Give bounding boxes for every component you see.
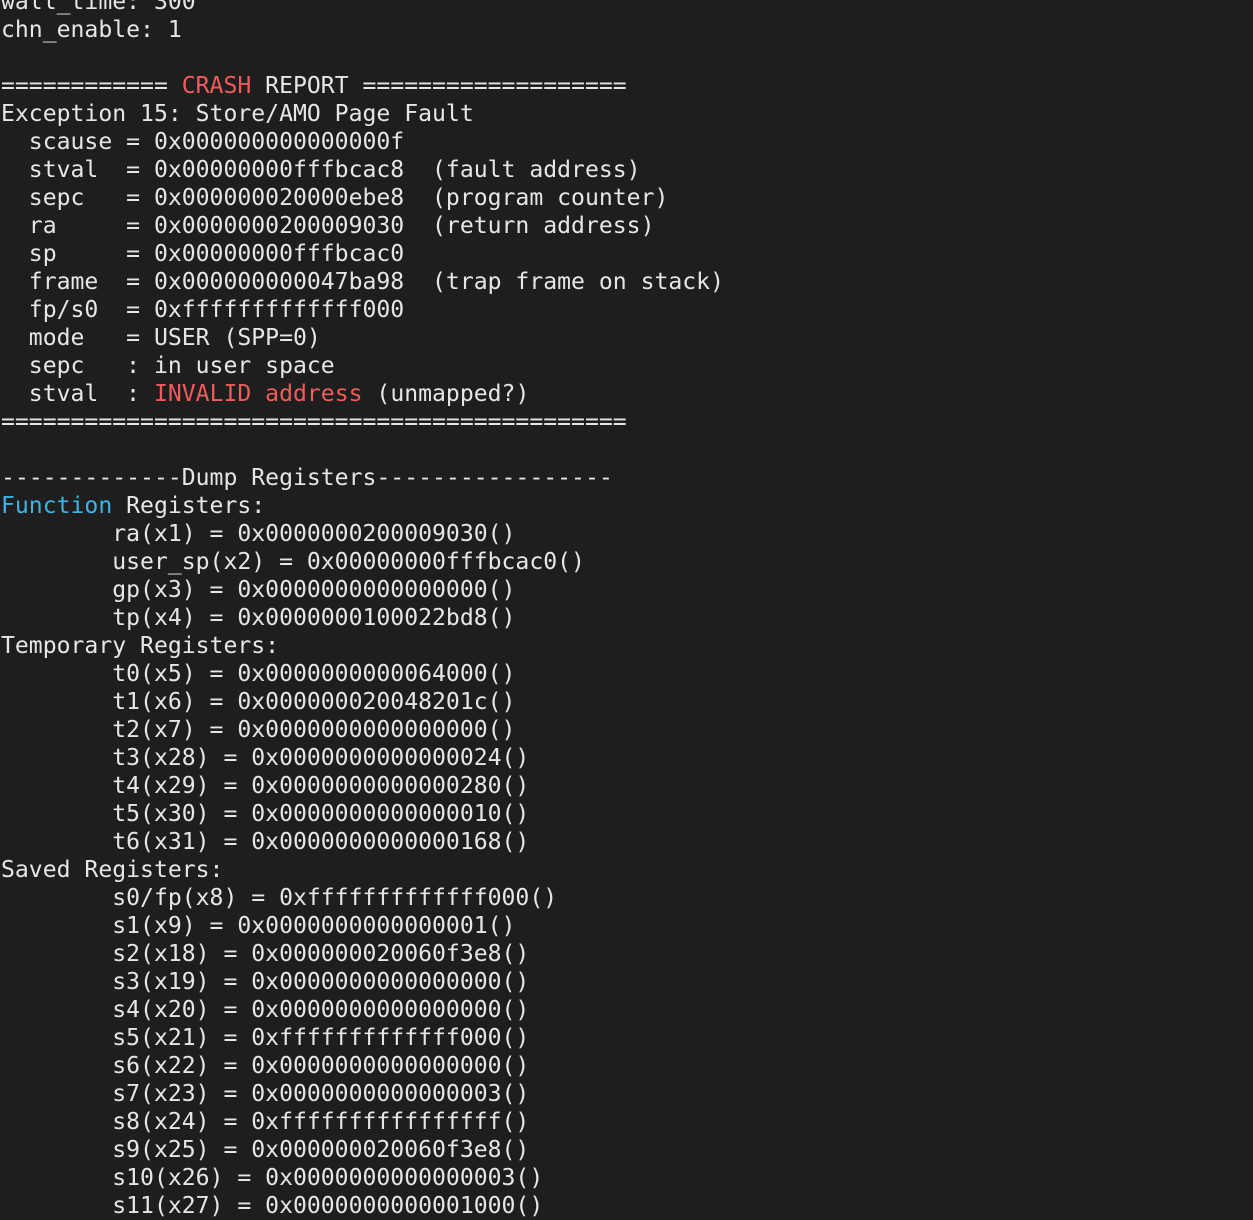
terminal-line: ========================================…	[1, 408, 724, 436]
terminal-text: wall_time: 300	[1, 0, 196, 15]
terminal-line: t3(x28) = 0x0000000000000024()	[1, 744, 724, 772]
terminal-line: s1(x9) = 0x0000000000000001()	[1, 912, 724, 940]
terminal-line: s5(x21) = 0xfffffffffffff000()	[1, 1024, 724, 1052]
terminal-line: s0/fp(x8) = 0xfffffffffffff000()	[1, 884, 724, 912]
terminal-line: Temporary Registers:	[1, 632, 724, 660]
terminal-line: s7(x23) = 0x0000000000000003()	[1, 1080, 724, 1108]
terminal-text: s3(x19) = 0x0000000000000000()	[1, 969, 530, 995]
terminal-text: (unmapped?)	[362, 381, 530, 407]
terminal-text: ra(x1) = 0x0000000200009030()	[1, 521, 516, 547]
terminal-text: sepc : in user space	[1, 353, 335, 379]
terminal-line: sp = 0x00000000fffbcac0	[1, 240, 724, 268]
terminal-text: Saved Registers:	[1, 857, 224, 883]
terminal-line: s9(x25) = 0x000000020060f3e8()	[1, 1136, 724, 1164]
terminal-line: mode = USER (SPP=0)	[1, 324, 724, 352]
terminal-line: s6(x22) = 0x0000000000000000()	[1, 1052, 724, 1080]
terminal-text: t0(x5) = 0x0000000000064000()	[1, 661, 516, 687]
terminal-text: tp(x4) = 0x0000000100022bd8()	[1, 605, 516, 631]
terminal-line: s2(x18) = 0x000000020060f3e8()	[1, 940, 724, 968]
terminal-line: ra = 0x0000000200009030 (return address)	[1, 212, 724, 240]
terminal-line: t2(x7) = 0x0000000000000000()	[1, 716, 724, 744]
terminal-line: user_sp(x2) = 0x00000000fffbcac0()	[1, 548, 724, 576]
highlighted-text-cyan: Function	[1, 493, 113, 519]
terminal-line: tp(x4) = 0x0000000100022bd8()	[1, 604, 724, 632]
terminal-line: t1(x6) = 0x000000020048201c()	[1, 688, 724, 716]
terminal-text: stval :	[1, 381, 154, 407]
terminal-line: Saved Registers:	[1, 856, 724, 884]
terminal-text: s0/fp(x8) = 0xfffffffffffff000()	[1, 885, 558, 911]
terminal-text: s2(x18) = 0x000000020060f3e8()	[1, 941, 530, 967]
terminal-text: frame = 0x000000000047ba98 (trap frame o…	[1, 269, 724, 295]
terminal-line: chn_enable: 1	[1, 16, 724, 44]
terminal-text: s1(x9) = 0x0000000000000001()	[1, 913, 516, 939]
terminal-text: mode = USER (SPP=0)	[1, 325, 321, 351]
terminal-text: scause = 0x000000000000000f	[1, 129, 405, 155]
terminal-output: wall_time: 300 chn_enable: 1 ============ …	[1, 0, 724, 1220]
terminal-text: t5(x30) = 0x0000000000000010()	[1, 801, 530, 827]
terminal-text: -------------Dump Registers-------------…	[1, 465, 613, 491]
terminal-line: fp/s0 = 0xfffffffffffff000	[1, 296, 724, 324]
terminal-line: t5(x30) = 0x0000000000000010()	[1, 800, 724, 828]
terminal-text: s6(x22) = 0x0000000000000000()	[1, 1053, 530, 1079]
terminal-line: gp(x3) = 0x0000000000000000()	[1, 576, 724, 604]
terminal-text: t2(x7) = 0x0000000000000000()	[1, 717, 516, 743]
terminal-text: ra = 0x0000000200009030 (return address)	[1, 213, 655, 239]
terminal-line: ============ CRASH REPORT ==============…	[1, 72, 724, 100]
terminal-line: ra(x1) = 0x0000000200009030()	[1, 520, 724, 548]
terminal-line: s8(x24) = 0xffffffffffffffff()	[1, 1108, 724, 1136]
terminal-line: Function Registers:	[1, 492, 724, 520]
terminal-line: stval = 0x00000000fffbcac8 (fault addres…	[1, 156, 724, 184]
terminal-line: s3(x19) = 0x0000000000000000()	[1, 968, 724, 996]
terminal-line: sepc : in user space	[1, 352, 724, 380]
terminal-text: s4(x20) = 0x0000000000000000()	[1, 997, 530, 1023]
terminal-line: t4(x29) = 0x0000000000000280()	[1, 772, 724, 800]
terminal-window: { "colors": { "background": "#1e1e1e", "…	[0, 0, 1253, 1219]
terminal-line: s11(x27) = 0x0000000000001000()	[1, 1192, 724, 1220]
terminal-text: t6(x31) = 0x0000000000000168()	[1, 829, 530, 855]
terminal-text: ============	[1, 73, 182, 99]
terminal-text: fp/s0 = 0xfffffffffffff000	[1, 297, 405, 323]
terminal-text: sepc = 0x000000020000ebe8 (program count…	[1, 185, 669, 211]
terminal-text: s10(x26) = 0x0000000000000003()	[1, 1165, 544, 1191]
terminal-line: frame = 0x000000000047ba98 (trap frame o…	[1, 268, 724, 296]
terminal-line: wall_time: 300	[1, 0, 724, 16]
terminal-line: scause = 0x000000000000000f	[1, 128, 724, 156]
terminal-text: t4(x29) = 0x0000000000000280()	[1, 773, 530, 799]
terminal-text: s8(x24) = 0xffffffffffffffff()	[1, 1109, 530, 1135]
terminal-text: Exception 15: Store/AMO Page Fault	[1, 101, 474, 127]
terminal-text: gp(x3) = 0x0000000000000000()	[1, 577, 516, 603]
terminal-text: Registers:	[112, 493, 266, 519]
terminal-line: sepc = 0x000000020000ebe8 (program count…	[1, 184, 724, 212]
terminal-text: s9(x25) = 0x000000020060f3e8()	[1, 1137, 530, 1163]
terminal-line: t6(x31) = 0x0000000000000168()	[1, 828, 724, 856]
terminal-text: stval = 0x00000000fffbcac8 (fault addres…	[1, 157, 641, 183]
terminal-text: sp = 0x00000000fffbcac0	[1, 241, 405, 267]
terminal-line: stval : INVALID address (unmapped?)	[1, 380, 724, 408]
terminal-line: s10(x26) = 0x0000000000000003()	[1, 1164, 724, 1192]
terminal-text: user_sp(x2) = 0x00000000fffbcac0()	[1, 549, 585, 575]
terminal-line: t0(x5) = 0x0000000000064000()	[1, 660, 724, 688]
highlighted-text-red: CRASH	[181, 73, 252, 99]
highlighted-text-red: INVALID address	[153, 381, 363, 407]
terminal-text: t3(x28) = 0x0000000000000024()	[1, 745, 530, 771]
terminal-text: Temporary Registers:	[1, 633, 280, 659]
terminal-text: ========================================…	[1, 409, 627, 435]
terminal-text: s5(x21) = 0xfffffffffffff000()	[1, 1025, 530, 1051]
terminal-line: s4(x20) = 0x0000000000000000()	[1, 996, 724, 1024]
terminal-text: chn_enable: 1	[1, 17, 182, 43]
terminal-text: s7(x23) = 0x0000000000000003()	[1, 1081, 530, 1107]
terminal-text: t1(x6) = 0x000000020048201c()	[1, 689, 516, 715]
terminal-text: s11(x27) = 0x0000000000001000()	[1, 1193, 544, 1219]
terminal-line: Exception 15: Store/AMO Page Fault	[1, 100, 724, 128]
terminal-line: -------------Dump Registers-------------…	[1, 464, 724, 492]
terminal-text: REPORT ===================	[251, 73, 627, 99]
